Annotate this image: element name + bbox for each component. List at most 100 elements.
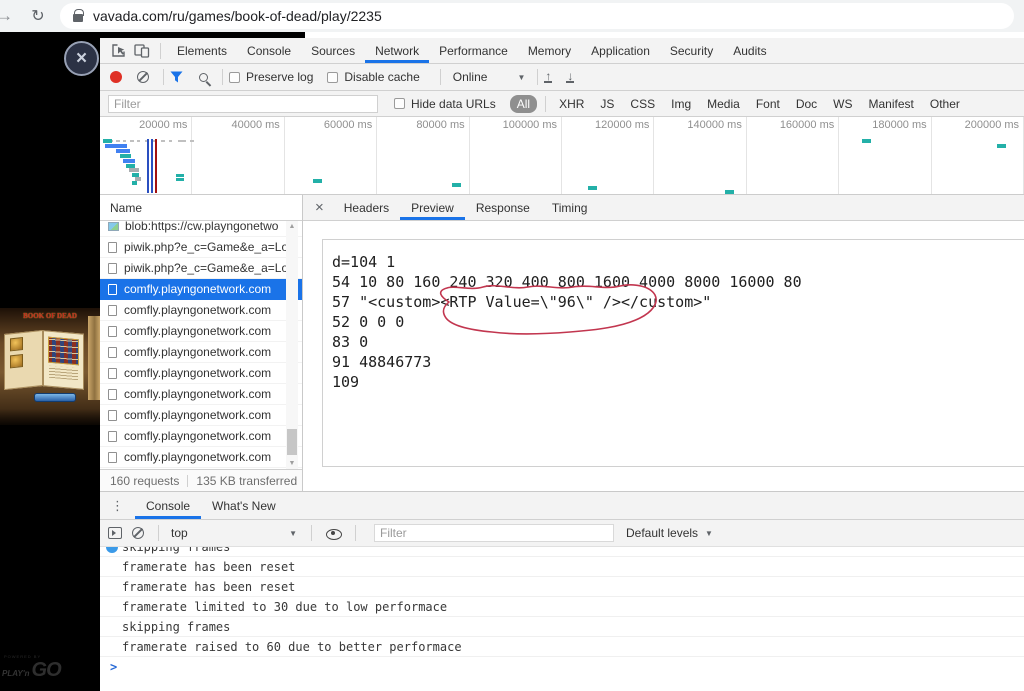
filter-ws[interactable]: WS: [826, 95, 859, 113]
waterfall-bar: [862, 139, 871, 143]
filter-media[interactable]: Media: [700, 95, 747, 113]
console-tab-console[interactable]: Console: [135, 492, 201, 519]
request-row[interactable]: blob:https://cw.playngonetwo: [100, 221, 302, 237]
divider: [545, 96, 546, 112]
address-bar[interactable]: vavada.com/ru/games/book-of-dead/play/22…: [60, 3, 1014, 29]
close-detail-icon[interactable]: ×: [303, 199, 333, 216]
tab-security[interactable]: Security: [660, 38, 723, 63]
inspect-element-icon[interactable]: [106, 39, 130, 63]
throttling-dropdown[interactable]: Online ▼: [453, 70, 526, 84]
request-row[interactable]: comfly.playngonetwork.com: [100, 342, 302, 363]
tab-elements[interactable]: Elements: [167, 38, 237, 63]
menu-dots-icon[interactable]: ⋮: [100, 498, 135, 514]
filter-all[interactable]: All: [510, 95, 537, 113]
console-prompt[interactable]: >: [100, 657, 1024, 677]
request-row[interactable]: comfly.playngonetwork.com: [100, 384, 302, 405]
reload-icon[interactable]: ↻: [28, 6, 48, 26]
scroll-down-icon[interactable]: ▼: [286, 460, 298, 467]
filter-img[interactable]: Img: [664, 95, 698, 113]
console-message: skipping frames: [100, 547, 1024, 557]
detail-tab-response[interactable]: Response: [465, 195, 541, 220]
filter-doc[interactable]: Doc: [789, 95, 824, 113]
console-message-text: framerate raised to 60 due to better per…: [122, 640, 462, 654]
waterfall-bar: [123, 140, 126, 142]
detail-tab-timing[interactable]: Timing: [541, 195, 599, 220]
network-filter-input[interactable]: [108, 95, 378, 113]
live-expression-eye-icon[interactable]: [326, 527, 341, 540]
waterfall-bar: [137, 140, 140, 142]
name-column-header[interactable]: Name: [100, 195, 302, 221]
document-file-icon: [108, 284, 117, 295]
tab-application[interactable]: Application: [581, 38, 660, 63]
console-filter-input[interactable]: [374, 524, 614, 542]
document-file-icon: [108, 305, 117, 316]
document-file-icon: [108, 326, 117, 337]
request-row[interactable]: comfly.playngonetwork.com: [100, 426, 302, 447]
console-message-text: skipping frames: [122, 547, 230, 554]
console-tab-what-s-new[interactable]: What's New: [201, 492, 287, 519]
tab-memory[interactable]: Memory: [518, 38, 581, 63]
export-har-icon[interactable]: ↓: [566, 71, 574, 83]
hide-data-urls-checkbox[interactable]: Hide data URLs: [394, 97, 496, 111]
request-row[interactable]: comfly.playngonetwork.com: [100, 321, 302, 342]
clear-icon[interactable]: [137, 71, 149, 83]
document-file-icon: [108, 263, 117, 274]
hide-data-urls-label: Hide data URLs: [411, 97, 496, 111]
request-row[interactable]: comfly.playngonetwork.com: [100, 405, 302, 426]
network-toolbar: Preserve log Disable cache Online ▼ ↑ ↓: [100, 64, 1024, 91]
disable-cache-checkbox[interactable]: Disable cache: [327, 70, 419, 84]
clear-console-icon[interactable]: [132, 527, 144, 539]
console-toolbar: top ▼ Default levels ▼: [100, 520, 1024, 547]
game-page-strip: × BOOK OF DEAD POWERED BY PLAY'n GO: [0, 32, 100, 691]
detail-tab-headers[interactable]: Headers: [333, 195, 400, 220]
filter-css[interactable]: CSS: [623, 95, 662, 113]
preview-line: 109: [332, 372, 1024, 392]
request-row[interactable]: comfly.playngonetwork.com: [100, 300, 302, 321]
scroll-up-icon[interactable]: ▲: [286, 223, 298, 230]
filter-other[interactable]: Other: [923, 95, 967, 113]
forward-icon[interactable]: →: [0, 6, 14, 26]
game-symbol-grid: [48, 337, 79, 366]
filter-font[interactable]: Font: [749, 95, 787, 113]
tab-sources[interactable]: Sources: [301, 38, 365, 63]
record-icon[interactable]: [110, 71, 122, 83]
device-toolbar-icon[interactable]: [130, 39, 154, 63]
request-row[interactable]: piwik.php?e_c=Game&e_a=Lo: [100, 237, 302, 258]
request-list-scrollbar[interactable]: ▲ ▼: [286, 221, 298, 469]
tab-console[interactable]: Console: [237, 38, 301, 63]
image-file-icon: [108, 222, 119, 231]
game-close-button[interactable]: ×: [64, 41, 99, 76]
game-book-left-page: [4, 330, 43, 390]
waterfall-bar: [190, 140, 194, 142]
network-overview-timeline[interactable]: 20000 ms40000 ms60000 ms80000 ms100000 m…: [100, 117, 1024, 195]
search-icon[interactable]: [199, 73, 208, 82]
scrollbar-thumb[interactable]: [287, 429, 297, 455]
request-detail-panel: × HeadersPreviewResponseTiming d=104 154…: [303, 195, 1024, 491]
waterfall-bar: [130, 140, 134, 142]
preserve-log-checkbox[interactable]: Preserve log: [229, 70, 313, 84]
console-sidebar-icon[interactable]: [108, 527, 122, 539]
filter-manifest[interactable]: Manifest: [862, 95, 921, 113]
log-levels-dropdown[interactable]: Default levels ▼: [626, 526, 713, 540]
waterfall-bar: [123, 159, 135, 163]
network-body: Name blob:https://cw.playngonetwopiwik.p…: [100, 195, 1024, 491]
game-button[interactable]: [34, 393, 76, 402]
filter-js[interactable]: JS: [593, 95, 621, 113]
lock-icon[interactable]: [73, 14, 83, 22]
close-icon: ×: [76, 49, 87, 68]
import-har-icon[interactable]: ↑: [544, 71, 552, 83]
request-row[interactable]: comfly.playngonetwork.com: [100, 447, 302, 468]
detail-tab-preview[interactable]: Preview: [400, 195, 465, 220]
request-row[interactable]: comfly.playngonetwork.com: [100, 279, 302, 300]
browser-toolbar: → ↻ vavada.com/ru/games/book-of-dead/pla…: [0, 0, 1024, 32]
divider: [355, 525, 356, 541]
execution-context-dropdown[interactable]: top ▼: [171, 526, 297, 540]
brand-go-label: GO: [32, 659, 61, 682]
request-row[interactable]: piwik.php?e_c=Game&e_a=Lo: [100, 258, 302, 279]
tab-performance[interactable]: Performance: [429, 38, 518, 63]
tab-audits[interactable]: Audits: [723, 38, 776, 63]
filter-xhr[interactable]: XHR: [552, 95, 591, 113]
tab-network[interactable]: Network: [365, 38, 429, 63]
filter-funnel-icon[interactable]: [170, 71, 183, 83]
request-row[interactable]: comfly.playngonetwork.com: [100, 363, 302, 384]
